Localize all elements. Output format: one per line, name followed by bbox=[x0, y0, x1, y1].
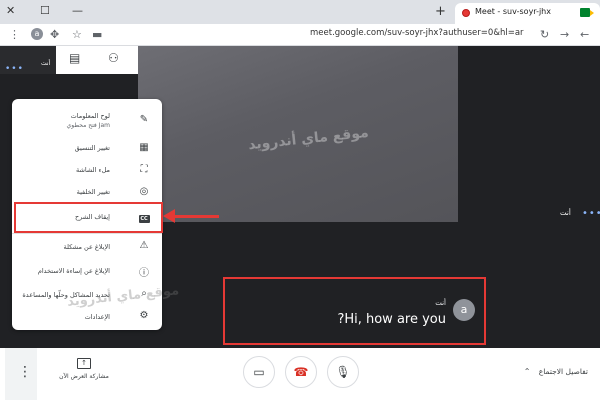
self-label-right: أنت bbox=[560, 209, 571, 217]
menu-item-label: ملء الشاشة bbox=[75, 166, 110, 174]
close-window-icon[interactable]: ✕ bbox=[6, 3, 15, 19]
reload-icon[interactable]: ↻ bbox=[540, 27, 549, 43]
caption-text: ?Hi, how are you bbox=[337, 312, 446, 327]
caption-box: أنت ?Hi, how are you a bbox=[223, 277, 486, 345]
caption-speaker: أنت bbox=[435, 299, 446, 307]
hangup-icon: ☎ bbox=[293, 365, 309, 379]
forward-icon[interactable]: → bbox=[560, 27, 569, 43]
arrow-line bbox=[173, 215, 219, 218]
layout-icon: ▦ bbox=[139, 142, 149, 153]
menu-item-label: الإعدادات bbox=[84, 313, 110, 321]
menu-divider bbox=[12, 233, 162, 234]
menu-item-layout[interactable]: تغيير التنسيق ▦ bbox=[12, 139, 162, 161]
caption-avatar: a bbox=[453, 299, 475, 321]
browser-tab-meet[interactable]: Meet - suv-soyr-jhx bbox=[455, 3, 600, 24]
more-dots-icon-right[interactable]: ••• bbox=[582, 208, 600, 219]
kebab-menu-icon[interactable]: ⋮ bbox=[9, 27, 20, 43]
chevron-up-icon: ⌃ bbox=[523, 367, 531, 376]
menu-item-whiteboard[interactable]: لوح المعلومات فتح محطوي Jam ✎ bbox=[12, 109, 162, 137]
menu-item-label: الإبلاغ عن إساءة الاستخدام bbox=[37, 267, 110, 275]
cast-icon[interactable]: ▬ bbox=[92, 27, 102, 43]
self-label-small: أنت bbox=[41, 60, 51, 67]
present-now-button[interactable]: ↑ مشاركة العرض الآن bbox=[55, 358, 113, 380]
browser-tab-bar: ✕ ☐ — + Meet - suv-soyr-jhx bbox=[0, 0, 600, 24]
present-screen-icon: ↑ bbox=[77, 358, 91, 369]
fullscreen-icon: ⛶ bbox=[140, 164, 148, 175]
self-tile-small: ••• أنت bbox=[0, 46, 56, 74]
address-bar[interactable]: meet.google.com/suv-soyr-jhx?authuser=0&… bbox=[310, 28, 532, 42]
watermark: موقع ماي أندرويد bbox=[247, 124, 370, 154]
report-icon: ⚠ bbox=[139, 240, 149, 251]
google-meet-icon bbox=[580, 8, 594, 17]
pencil-icon: ✎ bbox=[139, 114, 149, 125]
people-icon[interactable]: ⚇ bbox=[108, 51, 119, 65]
extensions-icon[interactable]: ✥ bbox=[50, 27, 59, 43]
maximize-icon[interactable]: ☐ bbox=[40, 3, 50, 19]
more-options-button[interactable]: ⋮ bbox=[5, 348, 37, 400]
meeting-details-button[interactable]: ⌃ تفاصيل الاجتماع bbox=[524, 367, 588, 376]
present-now-label: مشاركة العرض الآن bbox=[59, 373, 109, 380]
camera-button[interactable]: ▭ bbox=[243, 356, 275, 388]
background-icon: ◎ bbox=[139, 186, 149, 197]
menu-item-settings[interactable]: الإعدادات ⚙ bbox=[12, 306, 162, 328]
microphone-icon: 🎙 bbox=[335, 365, 351, 379]
screen: ✕ ☐ — + Meet - suv-soyr-jhx ⋮ ✥ ☆ ▬ ↻ → … bbox=[0, 0, 600, 400]
highlight-box bbox=[14, 202, 163, 233]
menu-item-label: الإبلاغ عن مشكلة bbox=[63, 243, 110, 251]
more-dots-icon[interactable]: ••• bbox=[5, 64, 24, 74]
kebab-menu-icon: ⋮ bbox=[18, 364, 32, 380]
leave-call-button[interactable]: ☎ bbox=[285, 356, 317, 388]
recording-dot-icon bbox=[462, 9, 470, 17]
top-panel-buttons: ▤ ⚇ bbox=[56, 46, 138, 74]
tab-title: Meet - suv-soyr-jhx bbox=[475, 7, 551, 16]
menu-item-sublabel: فتح محطوي Jam bbox=[66, 122, 110, 129]
menu-item-report-abuse[interactable]: الإبلاغ عن إساءة الاستخدام ⓘ bbox=[12, 260, 162, 282]
menu-item-fullscreen[interactable]: ملء الشاشة ⛶ bbox=[12, 161, 162, 183]
menu-item-label: لوح المعلومات bbox=[70, 112, 110, 120]
minimize-icon[interactable]: — bbox=[72, 3, 83, 19]
abuse-icon: ⓘ bbox=[139, 268, 149, 279]
menu-item-label: تغيير الخلفية bbox=[76, 188, 110, 196]
back-icon[interactable]: ← bbox=[580, 27, 589, 43]
settings-icon: ⚙ bbox=[139, 310, 149, 321]
chat-icon[interactable]: ▤ bbox=[69, 51, 80, 65]
profile-avatar[interactable]: a bbox=[31, 28, 43, 40]
menu-item-report-problem[interactable]: الإبلاغ عن مشكلة ⚠ bbox=[12, 236, 162, 258]
menu-item-label: تغيير التنسيق bbox=[74, 144, 110, 152]
bookmark-star-icon[interactable]: ☆ bbox=[72, 27, 82, 43]
new-tab-plus-icon[interactable]: + bbox=[435, 4, 446, 19]
meet-bottom-bar: ⋮ ↑ مشاركة العرض الآن ▭ ☎ 🎙 ⌃ تفاصيل الا… bbox=[0, 348, 600, 400]
main-video-tile: موقع ماي أندرويد bbox=[138, 46, 458, 222]
microphone-button[interactable]: 🎙 bbox=[327, 356, 359, 388]
meeting-details-label: تفاصيل الاجتماع bbox=[538, 367, 588, 376]
camera-icon: ▭ bbox=[253, 365, 265, 379]
